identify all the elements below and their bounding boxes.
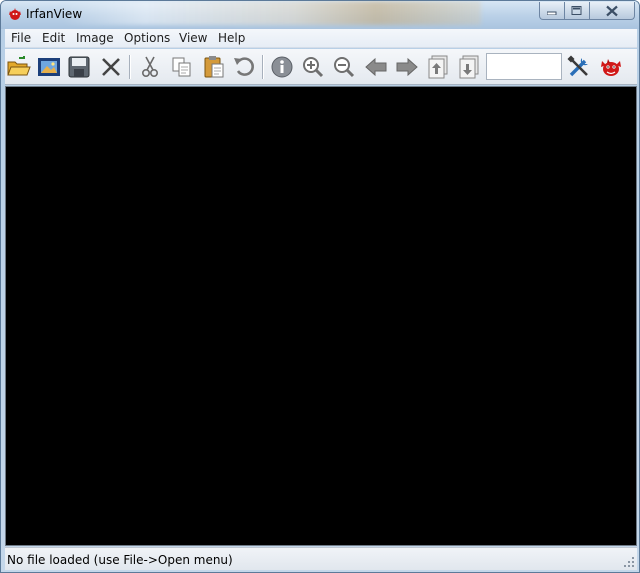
delete-button[interactable] xyxy=(97,53,125,81)
minimize-icon xyxy=(547,11,557,15)
zoom-level-input[interactable] xyxy=(486,53,562,80)
info-icon xyxy=(271,56,293,78)
undo-button[interactable] xyxy=(230,53,258,81)
info-button[interactable] xyxy=(268,53,296,81)
menu-help[interactable]: Help xyxy=(218,31,245,45)
zoom-out-icon xyxy=(334,57,355,78)
cut-button[interactable] xyxy=(136,53,164,81)
status-bar: No file loaded (use File->Open menu) xyxy=(5,547,637,570)
status-text: No file loaded (use File->Open menu) xyxy=(7,553,233,567)
irfanview-app-icon[interactable] xyxy=(7,6,23,22)
delete-icon xyxy=(102,58,120,76)
menu-edit[interactable]: Edit xyxy=(42,31,65,45)
copy-button[interactable] xyxy=(168,53,196,81)
copy-icon xyxy=(172,57,191,77)
paste-button[interactable] xyxy=(200,53,228,81)
background-blur xyxy=(61,1,481,25)
next-page-icon xyxy=(459,55,479,79)
image-viewer-area[interactable] xyxy=(5,86,637,546)
zoom-out-button[interactable] xyxy=(330,53,358,81)
close-button[interactable] xyxy=(589,2,635,20)
cut-icon xyxy=(141,56,159,78)
title-bar[interactable]: IrfanView xyxy=(1,1,639,29)
irfanview-devil-icon xyxy=(601,59,621,76)
open-folder-icon xyxy=(7,56,31,76)
settings-tools-icon xyxy=(567,55,588,77)
next-icon xyxy=(396,57,418,77)
slideshow-button[interactable] xyxy=(35,53,63,81)
irfanview-window: IrfanView File Edit Image Options View H… xyxy=(0,0,640,573)
previous-icon xyxy=(365,57,387,77)
minimize-button[interactable] xyxy=(539,2,565,20)
resize-grip-icon[interactable] xyxy=(623,556,635,568)
about-button[interactable] xyxy=(597,53,625,81)
menu-bar: File Edit Image Options View Help xyxy=(5,29,637,48)
zoom-in-icon xyxy=(303,57,324,78)
slideshow-icon xyxy=(38,58,60,76)
menu-image[interactable]: Image xyxy=(76,31,114,45)
zoom-in-button[interactable] xyxy=(299,53,327,81)
first-page-icon xyxy=(428,55,448,79)
toolbar xyxy=(5,49,637,85)
open-button[interactable] xyxy=(5,53,33,81)
next-button[interactable] xyxy=(393,53,421,81)
previous-page-button[interactable] xyxy=(424,53,452,81)
undo-icon xyxy=(234,57,254,76)
toolbar-separator xyxy=(129,55,131,79)
menu-view[interactable]: View xyxy=(179,31,207,45)
properties-button[interactable] xyxy=(565,53,593,81)
close-icon xyxy=(606,5,618,16)
window-title: IrfanView xyxy=(26,7,83,21)
maximize-icon xyxy=(571,5,582,15)
save-button[interactable] xyxy=(65,53,93,81)
save-icon xyxy=(68,56,90,78)
maximize-button[interactable] xyxy=(564,2,590,20)
paste-icon xyxy=(204,56,224,78)
next-page-button[interactable] xyxy=(455,53,483,81)
menu-file[interactable]: File xyxy=(11,31,31,45)
previous-button[interactable] xyxy=(362,53,390,81)
toolbar-separator xyxy=(262,55,264,79)
menu-options[interactable]: Options xyxy=(124,31,170,45)
